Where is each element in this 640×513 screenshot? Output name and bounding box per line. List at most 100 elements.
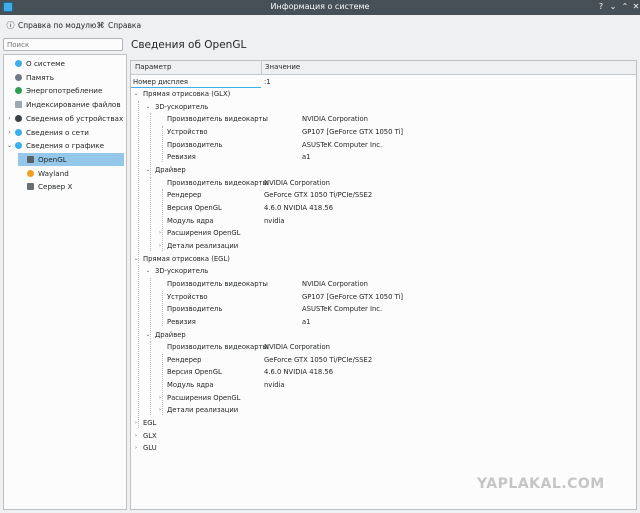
- tree-row-value: nvidia: [264, 216, 285, 225]
- tree-row[interactable]: ⌄ Драйвер: [131, 329, 636, 342]
- sidebar-item[interactable]: Память: [6, 71, 124, 84]
- column-header-param[interactable]: Параметр: [135, 63, 171, 71]
- close-icon[interactable]: ✕: [630, 1, 640, 13]
- sidebar-item-label: Энергопотребление: [26, 86, 103, 96]
- tree-row-label: GLU: [143, 444, 157, 453]
- tree-row[interactable]: Модуль ядра nvidia: [131, 215, 636, 228]
- tree-row[interactable]: Ревизия a1: [131, 316, 636, 329]
- tree-row[interactable]: ⌄ 3D-ускоритель: [131, 265, 636, 278]
- tree-row[interactable]: Ревизия a1: [131, 151, 636, 164]
- help-contents-icon: ⌘: [96, 21, 105, 30]
- expander-icon[interactable]: ›: [133, 430, 139, 443]
- tree-row[interactable]: Производитель ASUSTeK Computer Inc.: [131, 303, 636, 316]
- tree-row-label: Рендерер: [167, 355, 202, 364]
- column-header-value[interactable]: Значение: [265, 63, 300, 71]
- tree-row[interactable]: › Детали реализации: [131, 404, 636, 417]
- minimize-icon[interactable]: ⌄: [607, 1, 619, 13]
- tree-row-label: Детали реализации: [167, 406, 239, 415]
- tree-row[interactable]: ⌄ Прямая отрисовка (EGL): [131, 253, 636, 266]
- tree-row[interactable]: › Расширения OpenGL: [131, 392, 636, 405]
- search-input[interactable]: [3, 38, 123, 51]
- tree-row-value: a1: [302, 153, 311, 162]
- sidebar-item-icon: [15, 142, 22, 150]
- tree-row[interactable]: Производитель видеокарты NVIDIA Corporati…: [131, 278, 636, 291]
- sidebar-item-label: Память: [26, 72, 54, 82]
- tree-row-value: ASUSTeK Computer Inc.: [302, 140, 383, 149]
- sidebar-item[interactable]: Сервер X: [18, 180, 124, 193]
- tree-row-label: Производитель видеокарты: [167, 178, 268, 187]
- tree-row-label: Производитель видеокарты: [167, 279, 268, 288]
- sidebar-item-icon: [15, 128, 22, 136]
- expander-icon[interactable]: ⌄: [145, 101, 151, 114]
- tree-row-value: a1: [302, 317, 311, 326]
- tree-row-label: Ревизия: [167, 153, 196, 162]
- expander-icon[interactable]: ⌄: [145, 265, 151, 278]
- tree-row[interactable]: Версия OpenGL 4.6.0 NVIDIA 418.56: [131, 366, 636, 379]
- tree-row[interactable]: › GLX: [131, 430, 636, 443]
- toolbar: ⓘ Справка по модулю ⌘ Справка: [0, 15, 640, 36]
- info-tree[interactable]: Параметр Значение Номер дисплея:1 ⌄ Прямая…: [130, 60, 637, 510]
- tree-row[interactable]: ⌄ 3D-ускоритель: [131, 101, 636, 114]
- tree-row-label: Версия OpenGL: [167, 204, 222, 212]
- help-module-button[interactable]: ⓘ Справка по модулю: [6, 19, 97, 32]
- tree-row[interactable]: Устройство GP107 [GeForce GTX 1050 Ti]: [131, 291, 636, 304]
- sidebar-item[interactable]: Wayland: [18, 167, 124, 180]
- tree-guide-line: [150, 341, 151, 416]
- sidebar-item-label: Индексирование файлов: [26, 100, 121, 110]
- tree-row-label: Детали реализации: [167, 241, 239, 250]
- tree-row[interactable]: Рендерер GeForce GTX 1050 Ti/PCIe/SSE2: [131, 189, 636, 202]
- tree-row-label: Расширения OpenGL: [167, 229, 241, 238]
- expander-icon[interactable]: ›: [6, 129, 13, 136]
- tree-guide-line: [150, 277, 151, 340]
- tree-row[interactable]: Модуль ядра nvidia: [131, 379, 636, 392]
- sidebar-item-label: Сведения о графике: [26, 141, 105, 151]
- sidebar: О системе Память Энергопотребление Индексир…: [3, 54, 127, 510]
- tree-row[interactable]: ⌄ Прямая отрисовка (GLX): [131, 88, 636, 101]
- tree-row-label: Версия OpenGL: [167, 368, 222, 377]
- tree-row[interactable]: Производитель видеокарты NVIDIA Corporati…: [131, 113, 636, 126]
- tree-row[interactable]: › Детали реализации: [131, 240, 636, 253]
- column-separator[interactable]: [261, 61, 262, 74]
- tree-row[interactable]: Производитель видеокарты NVIDIA Corporati…: [131, 177, 636, 190]
- sidebar-item[interactable]: Энергопотребление: [6, 84, 124, 97]
- tree-guide-line: [162, 353, 163, 416]
- tree-row[interactable]: Устройство GP107 [GeForce GTX 1050 Ti]: [131, 126, 636, 139]
- sidebar-item[interactable]: Индексирование файлов: [6, 98, 124, 111]
- sidebar-item-icon: [15, 101, 22, 109]
- tree-row-label: Модуль ядра: [167, 216, 214, 225]
- sidebar-item[interactable]: › Сведения об устройствах: [6, 112, 124, 125]
- tree-row-value: NVIDIA Corporation: [264, 343, 330, 352]
- tree-row-label: 3D-ускоритель: [155, 102, 209, 111]
- tree-row-label: Производитель: [167, 140, 223, 149]
- sidebar-item[interactable]: › Сведения о сети: [6, 126, 124, 139]
- expander-icon[interactable]: ›: [6, 115, 13, 122]
- tree-row[interactable]: › Расширения OpenGL: [131, 227, 636, 240]
- tree-row[interactable]: Версия OpenGL 4.6.0 NVIDIA 418.56: [131, 202, 636, 215]
- expander-icon[interactable]: ⌄: [133, 88, 139, 101]
- tree-row-label: Производитель видеокарты: [167, 343, 268, 352]
- help-icon[interactable]: ?: [595, 1, 607, 13]
- tree-row[interactable]: Производитель видеокарты NVIDIA Corporati…: [131, 341, 636, 354]
- sidebar-item[interactable]: OpenGL: [18, 152, 124, 166]
- tree-row-value: GP107 [GeForce GTX 1050 Ti]: [302, 292, 404, 301]
- tree-row-value: 4.6.0 NVIDIA 418.56: [264, 368, 334, 377]
- tree-row[interactable]: Номер дисплея:1: [131, 76, 636, 89]
- tree-row[interactable]: › GLU: [131, 442, 636, 455]
- sidebar-item[interactable]: О системе: [6, 57, 124, 70]
- tree-row[interactable]: ⌄ Драйвер: [131, 164, 636, 177]
- expander-icon[interactable]: ›: [133, 442, 139, 455]
- expander-icon[interactable]: ⌄: [6, 142, 13, 149]
- tree-row-label: 3D-ускоритель: [155, 267, 209, 276]
- tree-row-label: Ревизия: [167, 317, 196, 326]
- sidebar-item-icon: [27, 155, 34, 163]
- sidebar-item[interactable]: ⌄ Сведения о графике: [6, 139, 124, 152]
- tree-row-label: Рендерер: [167, 191, 202, 200]
- sidebar-item-label: Сведения о сети: [26, 127, 89, 137]
- title-bar[interactable]: Информация о системе ? ⌄ ⌃ ✕: [0, 0, 640, 15]
- tree-row[interactable]: Рендерер GeForce GTX 1050 Ti/PCIe/SSE2: [131, 354, 636, 367]
- tree-row[interactable]: Производитель ASUSTeK Computer Inc.: [131, 139, 636, 152]
- sidebar-item-icon: [27, 169, 34, 177]
- tree-row-label: Прямая отрисовка (EGL): [143, 254, 230, 263]
- tree-row[interactable]: › EGL: [131, 417, 636, 430]
- help-button[interactable]: ⌘ Справка: [96, 19, 142, 32]
